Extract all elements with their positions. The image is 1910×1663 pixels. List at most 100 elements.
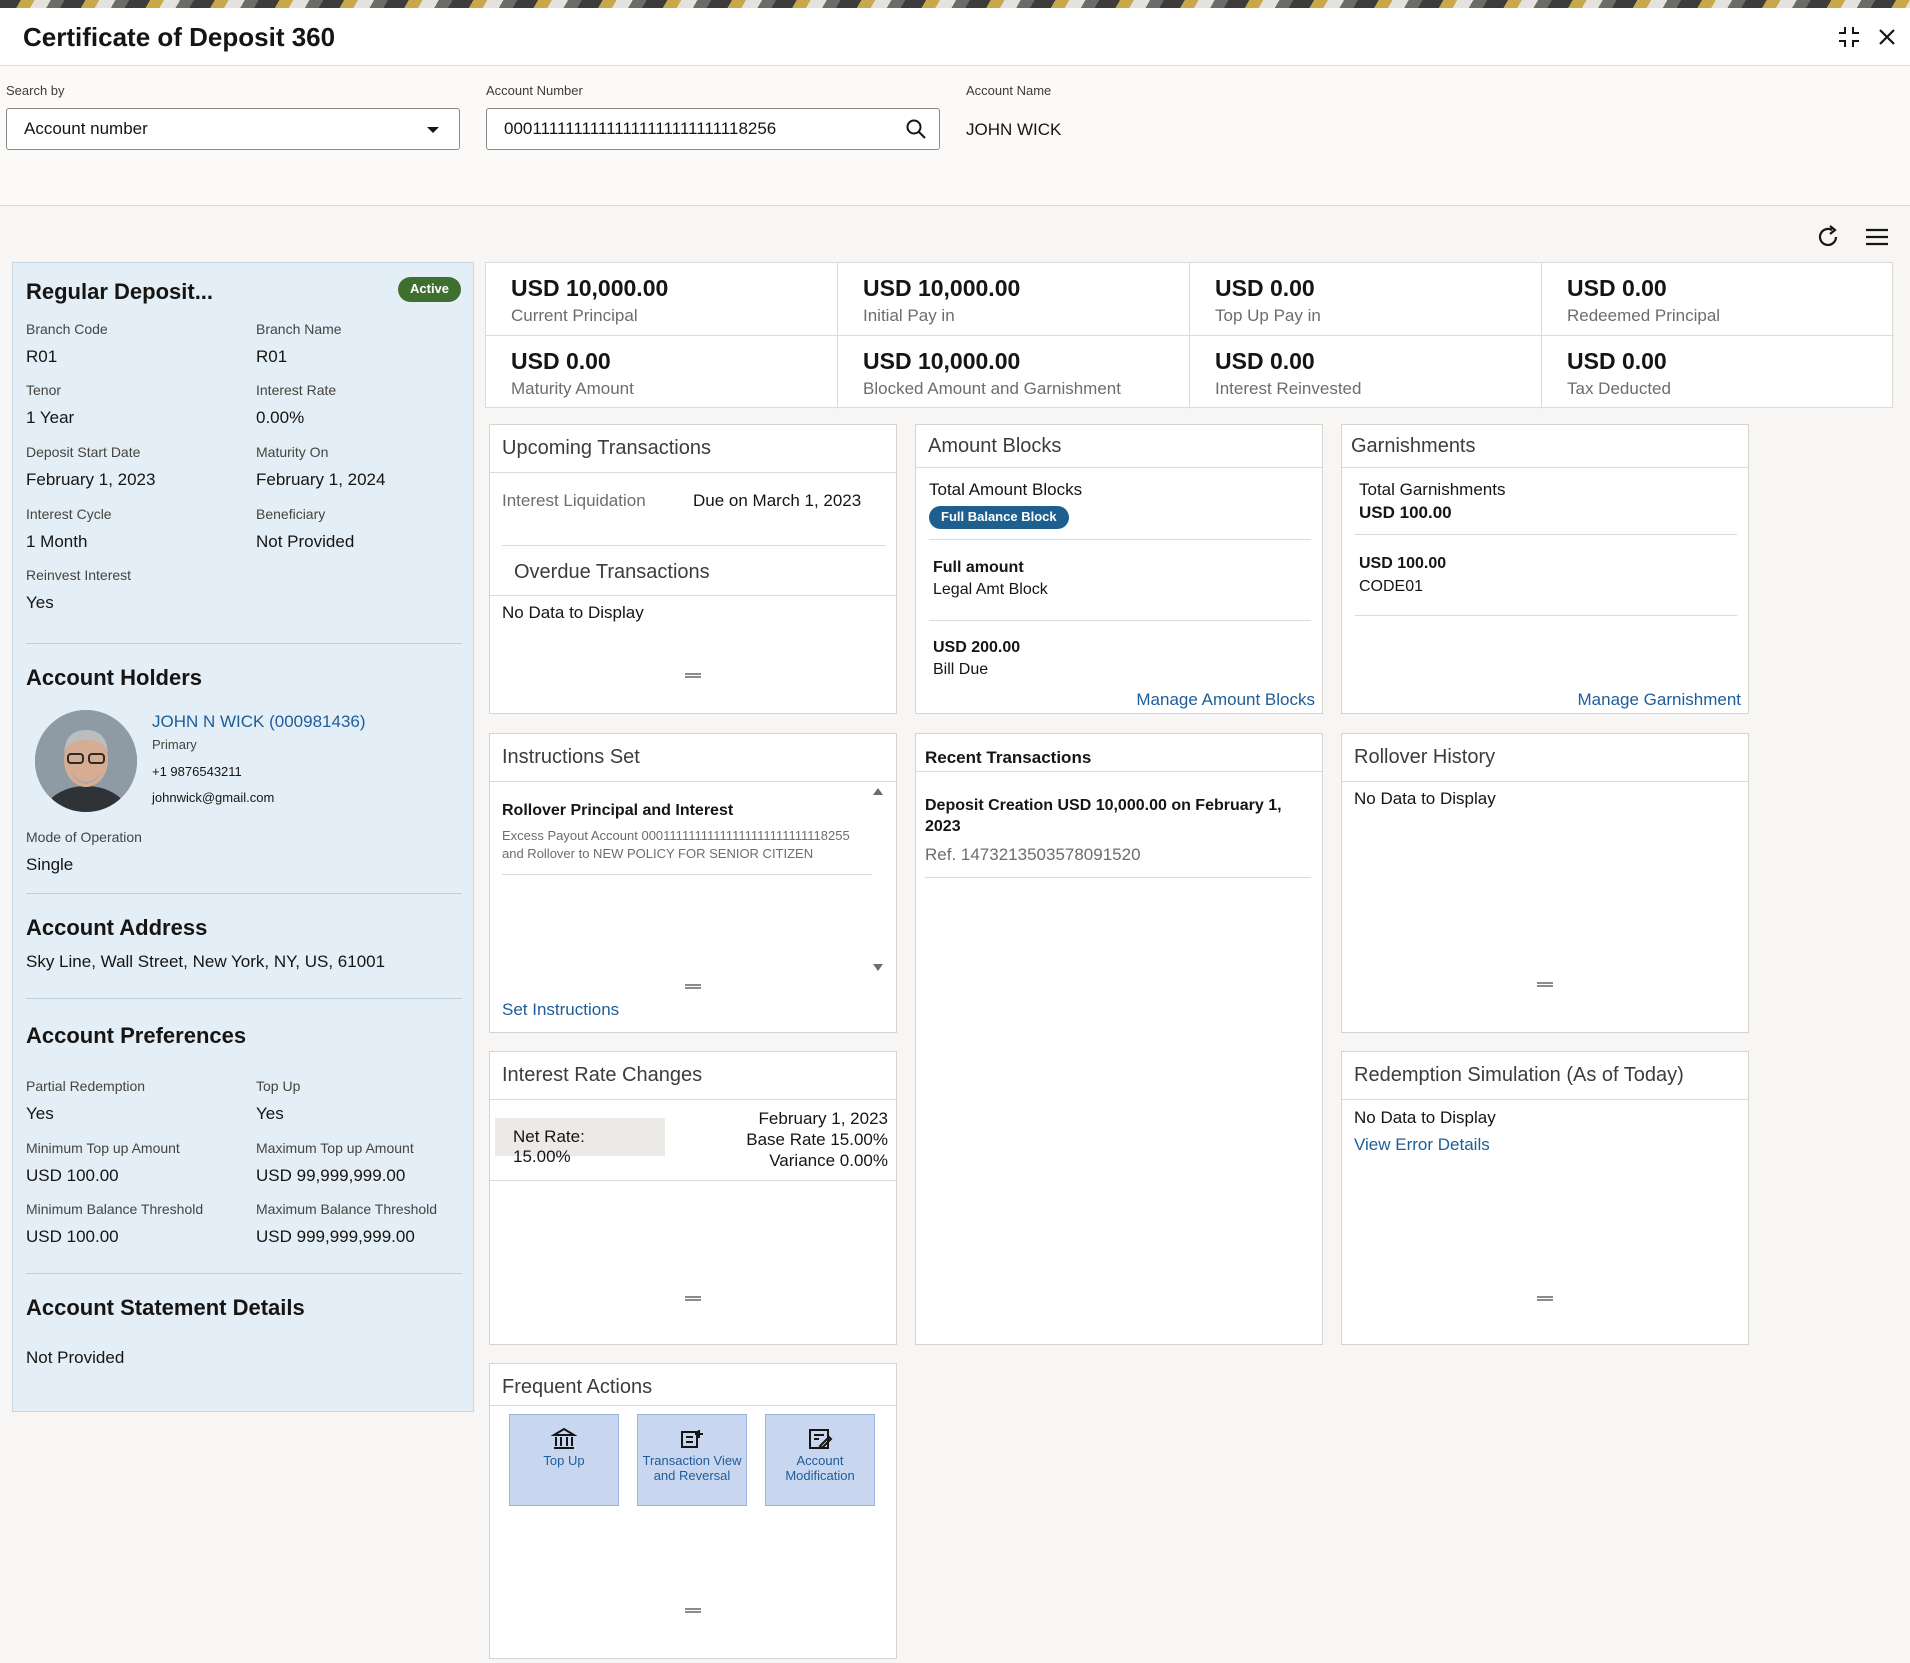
account-preferences-title: Account Preferences xyxy=(26,1023,247,1048)
deposit-summary-panel: Regular Deposit... Active Branch Code R0… xyxy=(12,262,474,1412)
field-value: Not Provided xyxy=(256,532,355,551)
stat-label: Current Principal xyxy=(511,306,638,325)
card-title: Rollover History xyxy=(1354,746,1496,768)
block-title: USD 200.00 xyxy=(933,639,1021,656)
drag-handle-icon[interactable] xyxy=(685,1296,701,1301)
preference-value: USD 100.00 xyxy=(26,1166,119,1185)
instructions-set-card: Instructions Set Rollover Principal and … xyxy=(489,733,897,1033)
set-instructions-link[interactable]: Set Instructions xyxy=(502,1000,619,1020)
page-title: Certificate of Deposit 360 xyxy=(23,22,336,52)
field-value: 1 Month xyxy=(26,532,88,551)
divider xyxy=(929,539,1311,540)
holder-phone: +1 9876543211 xyxy=(152,764,242,779)
divider xyxy=(490,472,896,473)
redemption-simulation-card: Redemption Simulation (As of Today) No D… xyxy=(1341,1051,1749,1345)
action-label: Top Up xyxy=(543,1453,585,1468)
menu-icon[interactable] xyxy=(1862,222,1892,252)
field-label: Interest Cycle xyxy=(26,506,112,522)
card-title: Interest Rate Changes xyxy=(502,1064,703,1086)
drag-handle-icon[interactable] xyxy=(685,1608,701,1613)
preference-label: Maximum Top up Amount xyxy=(256,1140,414,1156)
recent-transaction-title: Deposit Creation USD 10,000.00 on Februa… xyxy=(925,797,1282,814)
stat-tax-deducted: USD 0.00 Tax Deducted xyxy=(1542,336,1894,409)
drag-handle-icon[interactable] xyxy=(1537,982,1553,987)
account-number-value: 00011111111111111111111111118256 xyxy=(504,119,777,138)
action-label: Modification xyxy=(785,1468,855,1483)
top-up-action-button[interactable]: Top Up xyxy=(509,1414,619,1506)
transaction-view-action-button[interactable]: Transaction View and Reversal xyxy=(637,1414,747,1506)
stat-label: Redeemed Principal xyxy=(1567,306,1721,325)
field-label: Interest Rate xyxy=(256,382,337,398)
preference-label: Minimum Balance Threshold xyxy=(26,1201,204,1217)
divider xyxy=(1342,1099,1748,1100)
garnishment-amount: USD 100.00 xyxy=(1359,555,1447,572)
rate-change-date: February 1, 2023 xyxy=(758,1109,888,1128)
account-address-title: Account Address xyxy=(26,915,208,940)
field-value: R01 xyxy=(26,347,58,366)
edit-document-icon xyxy=(809,1429,833,1450)
divider xyxy=(1342,467,1748,468)
search-by-select[interactable]: Account number xyxy=(6,108,460,150)
scroll-up-icon[interactable] xyxy=(873,788,883,795)
frequent-actions-card: Frequent Actions Top Up Transaction View… xyxy=(489,1363,897,1659)
total-garnishments-label: Total Garnishments xyxy=(1359,480,1506,499)
stat-label: Tax Deducted xyxy=(1567,379,1671,398)
stat-maturity-amount: USD 0.00 Maturity Amount xyxy=(486,336,838,409)
close-icon[interactable] xyxy=(1872,22,1902,52)
stat-interest-reinvested: USD 0.00 Interest Reinvested xyxy=(1190,336,1542,409)
holder-email: johnwick@gmail.com xyxy=(152,790,275,805)
stat-amount: USD 10,000.00 xyxy=(511,275,669,301)
divider xyxy=(490,1099,896,1100)
account-name-value: JOHN WICK xyxy=(966,120,1062,139)
field-label: Reinvest Interest xyxy=(26,567,132,583)
stat-redeemed-principal: USD 0.00 Redeemed Principal xyxy=(1542,263,1894,336)
preference-value: Yes xyxy=(256,1104,284,1123)
instruction-desc: and Rollover to NEW POLICY FOR SENIOR CI… xyxy=(502,846,814,861)
divider xyxy=(929,620,1311,621)
action-label: and Reversal xyxy=(653,1468,731,1483)
drag-handle-icon[interactable] xyxy=(1537,1296,1553,1301)
search-icon[interactable] xyxy=(905,118,927,140)
field-value: February 1, 2024 xyxy=(256,470,386,489)
recent-transactions-card: Recent Transactions Deposit Creation USD… xyxy=(915,733,1323,1345)
stat-amount: USD 0.00 xyxy=(1567,275,1667,301)
total-garnishments-value: USD 100.00 xyxy=(1359,503,1452,522)
card-title: Amount Blocks xyxy=(928,435,1062,457)
garnishment-code: CODE01 xyxy=(1359,578,1424,595)
action-label: Account xyxy=(796,1453,844,1468)
top-banner-strip xyxy=(0,0,1910,8)
view-error-details-link[interactable]: View Error Details xyxy=(1354,1135,1490,1155)
divider xyxy=(916,771,1322,772)
field-label: Branch Name xyxy=(256,321,342,337)
search-by-value: Account number xyxy=(24,119,148,138)
preference-value: USD 99,999,999.00 xyxy=(256,1166,406,1185)
field-value: Yes xyxy=(26,593,54,612)
card-title: Recent Transactions xyxy=(925,748,1092,767)
account-holder-link[interactable]: JOHN N WICK (000981436) xyxy=(152,712,366,732)
minimize-icon[interactable] xyxy=(1834,22,1864,52)
account-address-value: Sky Line, Wall Street, New York, NY, US,… xyxy=(26,952,386,971)
interest-rate-changes-card: Interest Rate Changes Net Rate: 15.00% F… xyxy=(489,1051,897,1345)
stat-label: Top Up Pay in xyxy=(1215,306,1321,325)
divider xyxy=(26,893,462,894)
refresh-icon[interactable] xyxy=(1813,222,1843,252)
scroll-down-icon[interactable] xyxy=(873,964,883,971)
account-modification-action-button[interactable]: Account Modification xyxy=(765,1414,875,1506)
account-statement-value: Not Provided xyxy=(26,1348,125,1367)
manage-amount-blocks-link[interactable]: Manage Amount Blocks xyxy=(1136,690,1315,710)
overdue-empty: No Data to Display xyxy=(502,603,644,622)
stat-label: Initial Pay in xyxy=(863,306,955,325)
divider xyxy=(1355,534,1737,535)
account-holders-title: Account Holders xyxy=(26,665,203,690)
drag-handle-icon[interactable] xyxy=(685,984,701,989)
manage-garnishment-link[interactable]: Manage Garnishment xyxy=(1578,690,1741,710)
instruction-title: Rollover Principal and Interest xyxy=(502,802,734,819)
account-number-input[interactable]: 00011111111111111111111111118256 xyxy=(486,108,940,150)
redemption-empty: No Data to Display xyxy=(1354,1108,1496,1127)
field-value: 0.00% xyxy=(256,408,305,427)
stat-label: Interest Reinvested xyxy=(1215,379,1362,398)
stat-current-principal: USD 10,000.00 Current Principal xyxy=(486,263,838,336)
field-value: 1 Year xyxy=(26,408,75,427)
card-title: Garnishments xyxy=(1351,435,1476,457)
drag-handle-icon[interactable] xyxy=(685,673,701,678)
